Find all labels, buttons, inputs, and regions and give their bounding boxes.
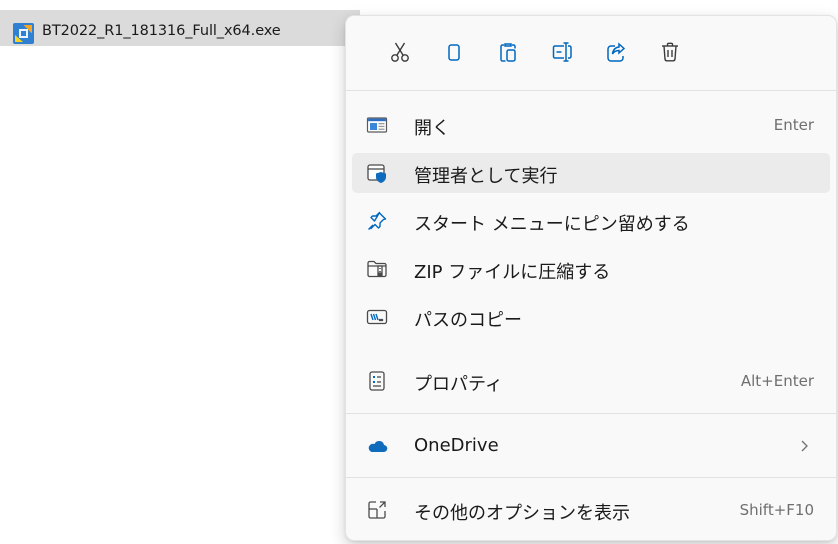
cut-icon [388, 40, 412, 68]
rename-icon [550, 40, 574, 68]
menu-item-label: その他のオプションを表示 [414, 503, 630, 524]
separator [346, 413, 836, 414]
zip-folder-icon [366, 258, 388, 280]
paste-icon [496, 40, 520, 68]
menu-item-label: パスのコピー [414, 310, 522, 331]
run-as-admin-shield-icon [366, 162, 388, 184]
context-menu: 開く Enter 管理者として実行 スタート メニューにピン留めする ZIP フ… [345, 15, 837, 541]
more-options-icon [366, 499, 388, 521]
rename-button[interactable] [544, 36, 580, 72]
menu-item-shortcut: Enter [773, 116, 814, 134]
paste-button[interactable] [490, 36, 526, 72]
menu-item-open[interactable]: 開く Enter [352, 105, 830, 145]
separator [346, 477, 836, 478]
menu-item-run-as-admin[interactable]: 管理者として実行 [352, 153, 830, 193]
menu-item-label: プロパティ [414, 374, 503, 395]
menu-item-shortcut: Alt+Enter [740, 372, 814, 390]
copy-path-icon [366, 306, 388, 328]
installer-icon [12, 22, 35, 45]
menu-item-pin-to-start[interactable]: スタート メニューにピン留めする [352, 201, 830, 241]
menu-item-label: スタート メニューにピン留めする [414, 214, 690, 235]
copy-button[interactable] [436, 36, 472, 72]
selected-file-row[interactable]: BT2022_R1_181316_Full_x64.exe [0, 10, 360, 46]
menu-item-copy-path[interactable]: パスのコピー [352, 297, 830, 337]
open-window-icon [366, 114, 388, 136]
menu-item-shortcut: Shift+F10 [739, 501, 814, 519]
menu-item-label: 管理者として実行 [414, 166, 558, 187]
menu-item-show-more-options[interactable]: その他のオプションを表示 Shift+F10 [352, 490, 830, 530]
menu-item-onedrive[interactable]: OneDrive [352, 426, 830, 466]
chevron-right-icon [796, 436, 812, 456]
separator [346, 90, 836, 91]
menu-item-label: 開く [414, 118, 450, 139]
delete-icon [658, 40, 682, 68]
menu-item-properties[interactable]: プロパティ Alt+Enter [352, 361, 830, 401]
copy-icon [442, 40, 466, 68]
pin-icon [366, 210, 388, 232]
share-button[interactable] [598, 36, 634, 72]
menu-item-label: OneDrive [414, 435, 499, 456]
context-menu-toolbar [346, 16, 836, 90]
share-icon [604, 40, 628, 68]
cut-button[interactable] [382, 36, 418, 72]
file-name: BT2022_R1_181316_Full_x64.exe [42, 23, 281, 39]
menu-item-label: ZIP ファイルに圧縮する [414, 262, 611, 283]
onedrive-cloud-icon [366, 435, 388, 457]
desktop-area: BT2022_R1_181316_Full_x64.exe 開く Enter 管… [0, 0, 838, 544]
menu-item-compress-zip[interactable]: ZIP ファイルに圧縮する [352, 249, 830, 289]
properties-icon [366, 370, 388, 392]
delete-button[interactable] [652, 36, 688, 72]
